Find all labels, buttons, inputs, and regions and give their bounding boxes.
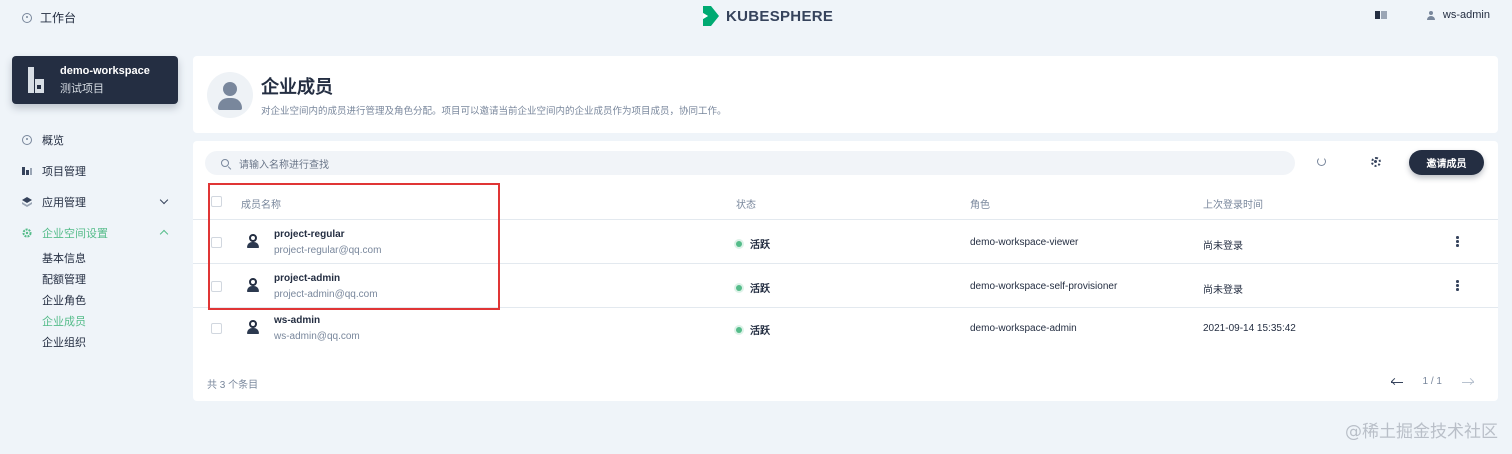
sidebar-item-label: 企业空间设置 — [42, 227, 108, 240]
chevron-down-icon — [159, 195, 169, 205]
subnav-item-roles[interactable]: 企业角色 — [42, 291, 172, 312]
table-header: 成员名称 状态 角色 上次登录时间 — [193, 184, 1498, 220]
total-count: 共 3 个条目 — [207, 380, 259, 391]
sidebar-nav: 概览 项目管理 应用管理 企业空间设置 基本信息 配额管理 企业角色 企业成员 … — [22, 124, 172, 354]
avatar — [247, 278, 259, 292]
last-login-time: 尚未登录 — [1203, 285, 1243, 296]
search-placeholder: 请输入名称进行查找 — [239, 159, 329, 171]
member-name[interactable]: project-regular — [274, 229, 345, 240]
column-header-status: 状态 — [736, 200, 756, 211]
refresh-icon[interactable] — [1317, 157, 1326, 166]
avatar — [247, 234, 259, 248]
select-all-checkbox[interactable] — [211, 196, 222, 207]
next-page-icon[interactable] — [1462, 378, 1474, 386]
last-login-time: 2021-09-14 15:35:42 — [1203, 323, 1296, 334]
member-role: demo-workspace-viewer — [970, 237, 1079, 248]
subnav-item-basic-info[interactable]: 基本信息 — [42, 249, 172, 270]
watermark: @稀土掘金技术社区 — [1345, 422, 1498, 442]
status-dot-icon — [736, 240, 742, 247]
prev-page-icon[interactable] — [1390, 378, 1403, 386]
table-footer: 共 3 个条目 1 / 1 — [193, 363, 1498, 393]
row-checkbox[interactable] — [211, 323, 222, 334]
row-checkbox[interactable] — [211, 281, 222, 292]
status-text: 活跃 — [750, 240, 770, 251]
layers-icon — [22, 196, 32, 207]
subnav-item-members[interactable]: 企业成员 — [42, 312, 172, 333]
page-indicator: 1 / 1 — [1422, 376, 1442, 387]
theme-toggle-icon[interactable] — [1374, 11, 1387, 19]
brand-logo[interactable]: KUBESPHERE — [700, 6, 833, 26]
members-table-card: 请输入名称进行查找 邀请成员 成员名称 状态 角色 上次登录时间 project… — [193, 141, 1498, 401]
member-email: ws-admin@qq.com — [274, 331, 360, 342]
member-name[interactable]: project-admin — [274, 273, 340, 284]
dashboard-icon — [22, 134, 32, 145]
search-icon — [221, 159, 229, 167]
member-name[interactable]: ws-admin — [274, 315, 320, 326]
workspace-name: demo-workspace — [60, 64, 150, 77]
sidebar-item-projects[interactable]: 项目管理 — [22, 155, 172, 186]
sidebar-subnav: 基本信息 配额管理 企业角色 企业成员 企业组织 — [22, 249, 172, 354]
sidebar-item-workspace-settings[interactable]: 企业空间设置 — [22, 217, 172, 248]
page-description: 对企业空间内的成员进行管理及角色分配。项目可以邀请当前企业空间内的企业成员作为项… — [261, 105, 727, 117]
member-icon — [207, 71, 253, 118]
sidebar-item-label: 应用管理 — [42, 196, 86, 209]
sidebar-item-label: 概览 — [42, 134, 64, 147]
sidebar-item-overview[interactable]: 概览 — [22, 124, 172, 155]
row-checkbox[interactable] — [211, 237, 222, 248]
user-icon — [1426, 10, 1435, 20]
workbench-link[interactable]: 工作台 — [22, 9, 76, 26]
workspace-icon — [26, 67, 46, 93]
brand-name: KUBESPHERE — [726, 7, 834, 25]
table-row[interactable]: ws-admin ws-admin@qq.com 活跃 demo-workspa… — [193, 309, 1498, 352]
last-login-time: 尚未登录 — [1203, 241, 1243, 252]
project-icon — [22, 166, 32, 175]
subnav-item-departments[interactable]: 企业组织 — [42, 333, 172, 354]
dashboard-icon — [22, 12, 32, 23]
status-text: 活跃 — [750, 284, 770, 295]
member-role: demo-workspace-self-provisioner — [970, 281, 1118, 292]
workbench-label: 工作台 — [40, 11, 77, 25]
avatar — [247, 320, 259, 334]
sidebar-item-label: 项目管理 — [42, 165, 86, 178]
table-toolbar: 请输入名称进行查找 邀请成员 — [205, 150, 1485, 175]
column-header-role: 角色 — [970, 200, 990, 211]
page-header: 企业成员 对企业空间内的成员进行管理及角色分配。项目可以邀请当前企业空间内的企业… — [193, 56, 1498, 133]
invite-member-button[interactable]: 邀请成员 — [1409, 150, 1484, 175]
search-input[interactable]: 请输入名称进行查找 — [205, 151, 1295, 175]
table-row[interactable]: project-regular project-regular@qq.com 活… — [193, 221, 1498, 264]
workspace-selector[interactable]: demo-workspace 测试项目 — [12, 56, 178, 104]
sidebar-item-app-management[interactable]: 应用管理 — [22, 186, 172, 217]
workspace-description: 测试项目 — [60, 82, 104, 95]
status-badge: 活跃 — [736, 280, 770, 295]
status-text: 活跃 — [750, 326, 770, 337]
member-email: project-regular@qq.com — [274, 245, 382, 256]
member-role: demo-workspace-admin — [970, 323, 1077, 334]
more-options-icon[interactable] — [1456, 280, 1459, 292]
status-badge: 活跃 — [736, 236, 770, 251]
page-title: 企业成员 — [261, 76, 333, 97]
more-options-icon[interactable] — [1456, 236, 1459, 248]
user-menu[interactable]: ws-admin — [1426, 9, 1490, 21]
column-header-last-login: 上次登录时间 — [1203, 200, 1263, 211]
column-header-name[interactable]: 成员名称 — [241, 196, 281, 211]
table-row[interactable]: project-admin project-admin@qq.com 活跃 de… — [193, 265, 1498, 308]
kubesphere-logo-icon — [703, 6, 719, 26]
chevron-up-icon — [159, 229, 169, 239]
status-dot-icon — [736, 284, 742, 291]
gear-icon — [22, 228, 32, 237]
status-dot-icon — [736, 326, 742, 333]
top-bar: 工作台 KUBESPHERE ws-admin — [0, 0, 1512, 32]
gear-icon[interactable] — [1371, 157, 1381, 167]
user-name: ws-admin — [1442, 9, 1490, 21]
member-email: project-admin@qq.com — [274, 289, 378, 300]
subnav-item-quota[interactable]: 配额管理 — [42, 270, 172, 291]
status-badge: 活跃 — [736, 322, 770, 337]
pagination: 1 / 1 — [1390, 376, 1474, 387]
